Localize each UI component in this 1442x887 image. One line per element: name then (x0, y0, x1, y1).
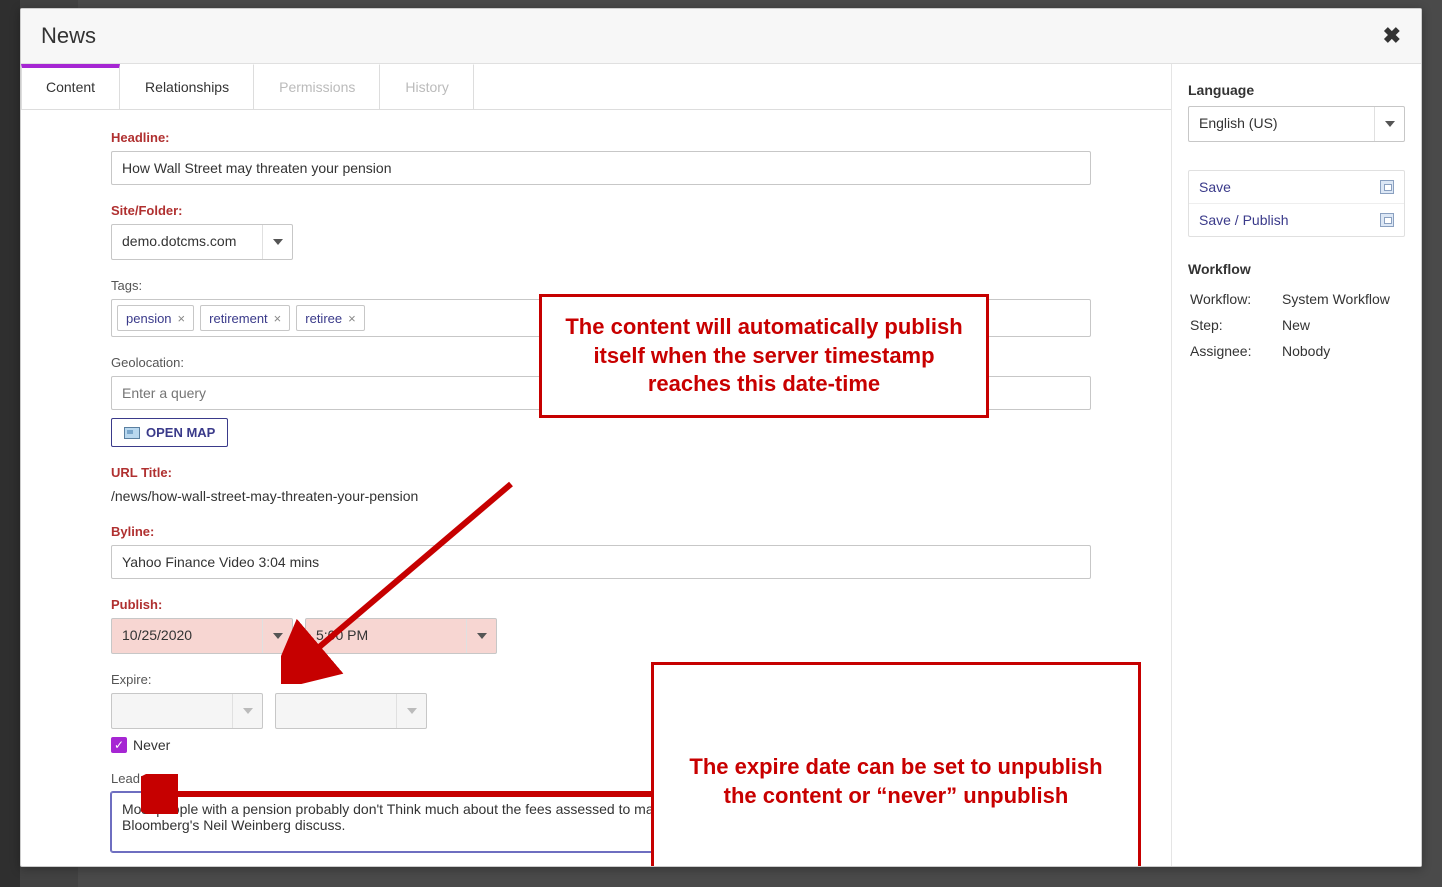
action-list: Save Save / Publish (1188, 170, 1405, 237)
dialog-header: News ✖ (21, 9, 1421, 64)
tag-text: retirement (209, 311, 268, 326)
tags-label: Tags: (111, 278, 1091, 293)
assignee-value: Nobody (1282, 339, 1403, 363)
site-label: Site/Folder: (111, 203, 1091, 218)
field-lead: Lead: (111, 771, 1091, 855)
side-panel: Language English (US) Save Save / Publis… (1171, 64, 1421, 866)
tab-bar: Content Relationships Permissions Histor… (21, 64, 1171, 110)
table-row: Workflow: System Workflow (1190, 287, 1403, 311)
geo-label: Geolocation: (111, 355, 1091, 370)
publish-time-value: 5:00 PM (306, 619, 466, 653)
language-value: English (US) (1189, 107, 1374, 141)
workflow-table: Workflow: System Workflow Step: New Assi… (1188, 285, 1405, 365)
assignee-label: Assignee: (1190, 339, 1280, 363)
news-dialog: News ✖ Content Relationships Permissions… (20, 8, 1422, 867)
expire-date-select[interactable] (111, 693, 263, 729)
site-value: demo.dotcms.com (112, 225, 262, 259)
map-icon (124, 427, 140, 439)
save-label: Save (1199, 179, 1231, 195)
field-expire: Expire: Never (111, 672, 1091, 753)
chevron-down-icon[interactable] (1374, 107, 1404, 141)
url-title-value: /news/how-wall-street-may-threaten-your-… (111, 486, 1091, 506)
tag-chip: retiree × (296, 305, 364, 331)
step-value: New (1282, 313, 1403, 337)
tab-content[interactable]: Content (21, 64, 120, 109)
tags-input[interactable]: pension × retirement × retiree × (111, 299, 1091, 337)
open-map-button[interactable]: OPEN MAP (111, 418, 228, 447)
byline-input[interactable] (111, 545, 1091, 579)
url-title-label: URL Title: (111, 465, 1091, 480)
lead-label: Lead: (111, 771, 1091, 786)
main-pane: Content Relationships Permissions Histor… (21, 64, 1171, 866)
geo-input[interactable] (111, 376, 1091, 410)
step-label: Step: (1190, 313, 1280, 337)
expire-time-select[interactable] (275, 693, 427, 729)
table-row: Step: New (1190, 313, 1403, 337)
save-button[interactable]: Save (1189, 171, 1404, 203)
workflow-value: System Workflow (1282, 287, 1403, 311)
expire-date-value (112, 694, 232, 728)
save-icon (1380, 180, 1394, 194)
field-url-title: URL Title: /news/how-wall-street-may-thr… (111, 465, 1091, 506)
chevron-down-icon[interactable] (262, 225, 292, 259)
chevron-down-icon[interactable] (466, 619, 496, 653)
tab-permissions[interactable]: Permissions (254, 64, 380, 109)
chevron-down-icon[interactable] (232, 694, 262, 728)
workflow-label: Workflow: (1190, 287, 1280, 311)
chevron-down-icon[interactable] (396, 694, 426, 728)
open-map-label: OPEN MAP (146, 425, 215, 440)
tag-remove-icon[interactable]: × (178, 311, 186, 326)
expire-time-value (276, 694, 396, 728)
save-publish-button[interactable]: Save / Publish (1189, 203, 1404, 236)
language-heading: Language (1188, 82, 1405, 98)
tab-history[interactable]: History (380, 64, 474, 109)
field-tags: Tags: pension × retirement × retiree × (111, 278, 1091, 337)
workflow-heading: Workflow (1188, 261, 1405, 277)
lead-textarea[interactable] (111, 792, 1091, 852)
tag-remove-icon[interactable]: × (274, 311, 282, 326)
field-publish: Publish: 10/25/2020 5:00 PM (111, 597, 1091, 654)
publish-date-select[interactable]: 10/25/2020 (111, 618, 293, 654)
byline-label: Byline: (111, 524, 1091, 539)
site-select[interactable]: demo.dotcms.com (111, 224, 293, 260)
tag-chip: pension × (117, 305, 194, 331)
headline-input[interactable] (111, 151, 1091, 185)
field-byline: Byline: (111, 524, 1091, 579)
close-icon[interactable]: ✖ (1383, 23, 1401, 49)
tag-text: retiree (305, 311, 342, 326)
publish-label: Publish: (111, 597, 1091, 612)
field-headline: Headline: (111, 130, 1091, 185)
never-checkbox[interactable] (111, 737, 127, 753)
save-icon (1380, 213, 1394, 227)
table-row: Assignee: Nobody (1190, 339, 1403, 363)
dialog-title: News (41, 23, 96, 49)
chevron-down-icon[interactable] (262, 619, 292, 653)
publish-date-value: 10/25/2020 (112, 619, 262, 653)
tag-chip: retirement × (200, 305, 290, 331)
tag-remove-icon[interactable]: × (348, 311, 356, 326)
field-geolocation: Geolocation: OPEN MAP (111, 355, 1091, 447)
headline-label: Headline: (111, 130, 1091, 145)
save-publish-label: Save / Publish (1199, 212, 1289, 228)
expire-label: Expire: (111, 672, 1091, 687)
tag-text: pension (126, 311, 172, 326)
publish-time-select[interactable]: 5:00 PM (305, 618, 497, 654)
tab-relationships[interactable]: Relationships (120, 64, 254, 109)
language-select[interactable]: English (US) (1188, 106, 1405, 142)
field-site: Site/Folder: demo.dotcms.com (111, 203, 1091, 260)
never-label: Never (133, 737, 170, 753)
